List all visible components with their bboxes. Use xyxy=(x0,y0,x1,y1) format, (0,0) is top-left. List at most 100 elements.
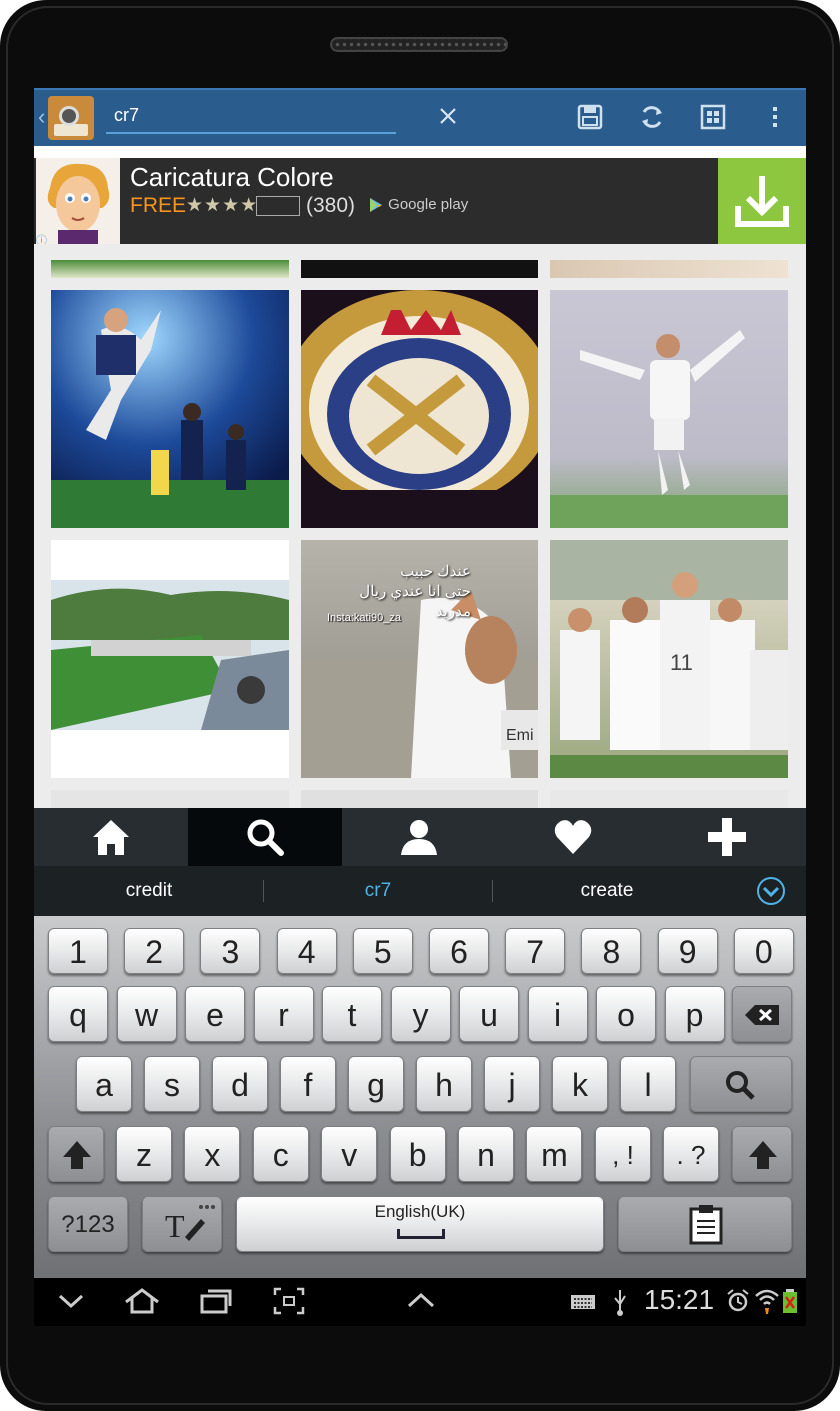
key-d[interactable]: d xyxy=(212,1056,268,1112)
key-m[interactable]: m xyxy=(526,1126,583,1182)
key-1[interactable]: 1 xyxy=(48,928,108,974)
key-z[interactable]: z xyxy=(116,1126,172,1182)
key-w[interactable]: w xyxy=(116,986,177,1042)
expand-suggestions-icon[interactable] xyxy=(756,876,786,906)
key-9[interactable]: 9 xyxy=(657,928,718,974)
close-icon[interactable] xyxy=(436,104,460,128)
space-key[interactable]: English(UK) xyxy=(236,1196,604,1252)
comma-key[interactable]: , ! xyxy=(595,1126,651,1182)
svg-text:Emi: Emi xyxy=(506,727,534,744)
key-4[interactable]: 4 xyxy=(276,928,337,974)
key-y[interactable]: y xyxy=(390,986,451,1042)
refresh-icon[interactable] xyxy=(637,102,667,132)
key-x[interactable]: x xyxy=(184,1126,241,1182)
key-o[interactable]: o xyxy=(596,986,656,1042)
search-icon xyxy=(726,1071,755,1100)
period-key-label: . ? xyxy=(676,1140,706,1170)
chevron-up-icon[interactable] xyxy=(406,1290,436,1310)
hide-keyboard-icon[interactable] xyxy=(56,1288,86,1314)
overflow-menu-icon[interactable] xyxy=(760,102,790,132)
key-c[interactable]: c xyxy=(252,1126,309,1182)
key-p[interactable]: p xyxy=(664,986,725,1042)
key-s-label: s xyxy=(164,1067,180,1103)
key-l[interactable]: l xyxy=(620,1056,676,1112)
shift-key-right[interactable] xyxy=(732,1126,792,1182)
ad-banner[interactable]: Caricatura Colore FREE ★★★★ (380) Google… xyxy=(34,158,806,247)
search-field[interactable] xyxy=(106,98,456,134)
key-h[interactable]: h xyxy=(416,1056,472,1112)
recent-apps-icon[interactable] xyxy=(198,1286,234,1316)
suggestion-1[interactable]: credit xyxy=(34,880,264,902)
key-s[interactable]: s xyxy=(144,1056,200,1112)
handwriting-key[interactable]: T xyxy=(142,1196,222,1252)
key-6[interactable]: 6 xyxy=(429,928,489,974)
search-key[interactable] xyxy=(690,1056,792,1112)
grid-tile[interactable] xyxy=(301,290,538,528)
key-n[interactable]: n xyxy=(458,1126,514,1182)
grid-tile-partial[interactable] xyxy=(550,790,788,808)
grid-tile[interactable] xyxy=(51,290,289,528)
nav-add[interactable] xyxy=(650,808,804,866)
google-play-icon xyxy=(370,198,382,213)
key-u[interactable]: u xyxy=(459,986,519,1042)
ad-title: Caricatura Colore xyxy=(130,162,334,192)
screenshot-icon[interactable] xyxy=(272,1286,306,1316)
search-input[interactable] xyxy=(112,100,356,130)
key-3[interactable]: 3 xyxy=(200,928,261,974)
ad-rating-count: (380) xyxy=(306,194,356,217)
key-q[interactable]: q xyxy=(48,986,108,1042)
speaker-grille xyxy=(330,37,508,52)
key-b[interactable]: b xyxy=(389,1126,446,1182)
key-g-label: g xyxy=(367,1067,385,1103)
ad-download-button[interactable] xyxy=(718,158,806,244)
key-i[interactable]: i xyxy=(527,986,588,1042)
svg-text:T: T xyxy=(165,1208,185,1244)
ad-rating-empty-box xyxy=(256,196,300,216)
nav-home[interactable] xyxy=(34,808,188,866)
key-n-label: n xyxy=(477,1137,495,1173)
nav-search[interactable] xyxy=(188,808,342,866)
grid-tile-partial[interactable] xyxy=(301,260,538,278)
backspace-key[interactable] xyxy=(732,986,792,1042)
suggestion-3[interactable]: create xyxy=(492,880,722,902)
symbols-key[interactable]: ?123 xyxy=(48,1196,128,1252)
grid-tile[interactable]: Emi عندك حبيب حتى انا عندي ريال مدريد In… xyxy=(301,540,538,778)
key-t[interactable]: t xyxy=(322,986,382,1042)
grid-tile-partial[interactable] xyxy=(51,260,289,278)
home-button-icon[interactable] xyxy=(122,1286,162,1316)
nav-profile[interactable] xyxy=(342,808,496,866)
period-key[interactable]: . ? xyxy=(663,1126,719,1182)
user-icon xyxy=(401,820,437,855)
key-2[interactable]: 2 xyxy=(124,928,185,974)
grid-tile-partial[interactable] xyxy=(51,790,289,808)
grid-tile-partial[interactable] xyxy=(301,790,538,808)
key-7-label: 7 xyxy=(526,934,545,970)
key-0[interactable]: 0 xyxy=(733,928,794,974)
status-clock: 15:21 xyxy=(644,1284,715,1315)
key-7[interactable]: 7 xyxy=(505,928,566,974)
grid-tile[interactable] xyxy=(550,290,788,528)
up-chevron-icon[interactable]: ‹ xyxy=(38,104,45,130)
key-g[interactable]: g xyxy=(348,1056,404,1112)
key-a[interactable]: a xyxy=(76,1056,132,1112)
shift-key-left[interactable] xyxy=(48,1126,104,1182)
key-6-label: 6 xyxy=(450,934,468,970)
grid-view-icon[interactable] xyxy=(698,102,728,132)
grid-tile[interactable]: 11 xyxy=(550,540,788,778)
key-r[interactable]: r xyxy=(253,986,314,1042)
key-k[interactable]: k xyxy=(552,1056,608,1112)
key-v[interactable]: v xyxy=(321,1126,378,1182)
clipboard-key[interactable] xyxy=(618,1196,792,1252)
key-5[interactable]: 5 xyxy=(352,928,413,974)
key-j[interactable]: j xyxy=(484,1056,540,1112)
suggestion-2[interactable]: cr7 xyxy=(263,880,493,902)
grid-tile-partial[interactable] xyxy=(550,260,788,278)
key-8[interactable]: 8 xyxy=(581,928,642,974)
grid-tile[interactable] xyxy=(51,540,289,778)
key-e[interactable]: e xyxy=(185,986,245,1042)
save-icon[interactable] xyxy=(575,102,605,132)
nav-favorites[interactable] xyxy=(496,808,650,866)
app-logo-icon[interactable] xyxy=(48,96,94,140)
key-f[interactable]: f xyxy=(280,1056,336,1112)
key-l-label: l xyxy=(644,1067,652,1103)
